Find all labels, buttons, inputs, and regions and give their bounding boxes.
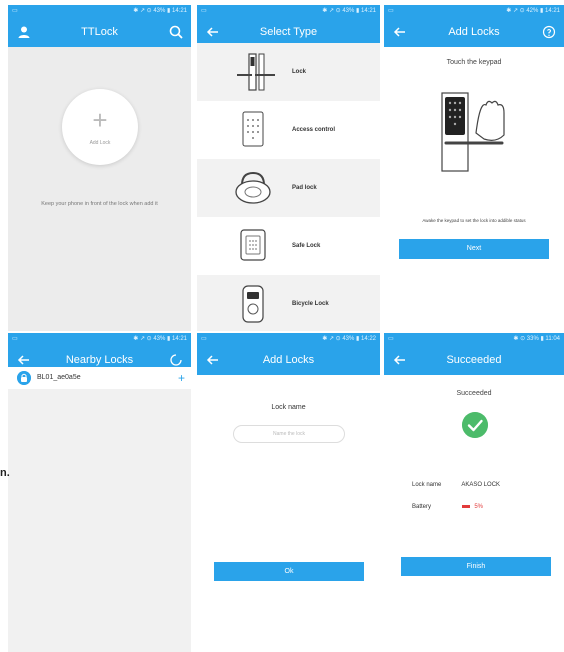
add-lock-button[interactable]: + Add Lock — [62, 89, 138, 165]
keypad-touch-illustration — [441, 92, 505, 172]
sim-icon: ▭ — [201, 8, 207, 14]
page-title: Succeeded — [446, 354, 502, 366]
awake-hint: Awake the keypad to set the lock into ad… — [422, 218, 526, 223]
finish-button[interactable]: Finish — [401, 557, 551, 576]
screen-add-locks-touch: ▭ ✱ ↗ ⊙ 42% ▮ 14:21 Add Locks Touch the … — [384, 5, 564, 331]
screen-succeeded: ▭ ✱ ⊙ 33% ▮ 11:04 Succeeded Succeeded Lo… — [384, 333, 564, 652]
safe-icon — [240, 229, 266, 261]
refresh-spinner-icon[interactable] — [168, 352, 184, 368]
status-text: ✱ ↗ ⊙ 43% ▮ 14:21 — [133, 8, 187, 14]
status-text: ✱ ↗ ⊙ 42% ▮ 14:21 — [506, 8, 560, 14]
status-bar: ▭ ✱ ↗ ⊙ 43% ▮ 14:22 — [197, 333, 380, 345]
type-label: Bicycle Lock — [292, 301, 329, 307]
lock-name-label: Lock name — [271, 404, 306, 411]
lock-name-value: AKASO LOCK — [461, 482, 501, 488]
bicycle-lock-icon — [242, 285, 264, 323]
status-bar: ▭ ✱ ⊙ 33% ▮ 11:04 — [384, 333, 564, 345]
check-icon — [462, 412, 488, 438]
battery-value: 5% — [474, 504, 484, 510]
status-bar: ▭ ✱ ↗ ⊙ 42% ▮ 14:21 — [384, 5, 564, 17]
status-text: ✱ ↗ ⊙ 43% ▮ 14:21 — [322, 8, 376, 14]
screen-add-locks-name: ▭ ✱ ↗ ⊙ 43% ▮ 14:22 Add Locks Lock name … — [197, 333, 380, 652]
page-title: TTLock — [81, 26, 118, 38]
page-title: Add Locks — [262, 354, 315, 366]
door-lock-icon — [237, 53, 275, 91]
page-title: Add Locks — [448, 26, 500, 38]
type-item-safe-lock[interactable]: Safe Lock — [197, 217, 380, 275]
status-text: ✱ ⊙ 33% ▮ 11:04 — [513, 336, 560, 342]
add-lock-label: Add Lock — [89, 140, 111, 146]
nav-bar: Succeeded — [384, 345, 564, 375]
add-icon[interactable]: + — [178, 367, 185, 389]
lock-name-input[interactable] — [233, 425, 345, 443]
type-label: Access control — [292, 127, 336, 133]
status-text: ✱ ↗ ⊙ 43% ▮ 14:22 — [322, 336, 376, 342]
search-icon[interactable] — [168, 24, 184, 40]
plus-icon: + — [92, 105, 108, 135]
type-item-access-control[interactable]: Access control — [197, 101, 380, 159]
type-item-bicycle-lock[interactable]: Bicycle Lock — [197, 275, 380, 331]
hint-text: Keep your phone in front of the lock whe… — [41, 201, 158, 207]
status-text: ✱ ↗ ⊙ 43% ▮ 14:21 — [133, 336, 187, 342]
instruction-title: Touch the keypad — [446, 59, 502, 66]
status-bar: ▭ ✱ ↗ ⊙ 43% ▮ 14:21 — [8, 333, 191, 345]
cropped-text-fragment: n. — [0, 467, 10, 479]
screen-nearby-locks: ▭ ✱ ↗ ⊙ 43% ▮ 14:21 Nearby Locks BL01_ae… — [8, 333, 191, 652]
battery-row: Battery 5% — [412, 504, 483, 510]
nav-bar: TTLock — [8, 17, 191, 47]
lock-name-key: Lock name — [412, 482, 442, 488]
type-label: Safe Lock — [292, 243, 321, 249]
nav-bar: Add Locks — [384, 17, 564, 47]
type-item-lock[interactable]: Lock — [197, 43, 380, 101]
screen-home: ▭ ✱ ↗ ⊙ 43% ▮ 14:21 TTLock + Add Lock Ke… — [8, 5, 191, 331]
lock-name-row: Lock name AKASO LOCK — [412, 482, 500, 488]
nav-bar: Add Locks — [197, 345, 380, 375]
sim-icon: ▭ — [12, 8, 18, 14]
ok-button[interactable]: Ok — [214, 562, 364, 581]
screen-select-type: ▭ ✱ ↗ ⊙ 43% ▮ 14:21 Select Type Lock Acc… — [197, 5, 380, 331]
sim-icon: ▭ — [388, 8, 394, 14]
success-message: Succeeded — [456, 390, 492, 397]
type-label: Pad lock — [292, 185, 317, 191]
sim-icon: ▭ — [201, 336, 207, 342]
help-icon[interactable] — [541, 24, 557, 40]
type-label: Lock — [292, 69, 307, 75]
sim-icon: ▭ — [12, 336, 18, 342]
status-bar: ▭ ✱ ↗ ⊙ 43% ▮ 14:21 — [197, 5, 380, 17]
lock-name: BL01_ae0a5e — [37, 374, 81, 381]
sim-icon: ▭ — [388, 336, 394, 342]
keypad-icon — [242, 111, 264, 147]
lock-icon — [17, 371, 31, 385]
list-item[interactable]: BL01_ae0a5e + — [8, 367, 191, 389]
battery-icon — [461, 504, 470, 508]
next-button[interactable]: Next — [399, 239, 549, 259]
type-item-pad-lock[interactable]: Pad lock — [197, 159, 380, 217]
padlock-icon — [235, 171, 271, 204]
status-bar: ▭ ✱ ↗ ⊙ 43% ▮ 14:21 — [8, 5, 191, 17]
battery-key: Battery — [412, 504, 432, 510]
